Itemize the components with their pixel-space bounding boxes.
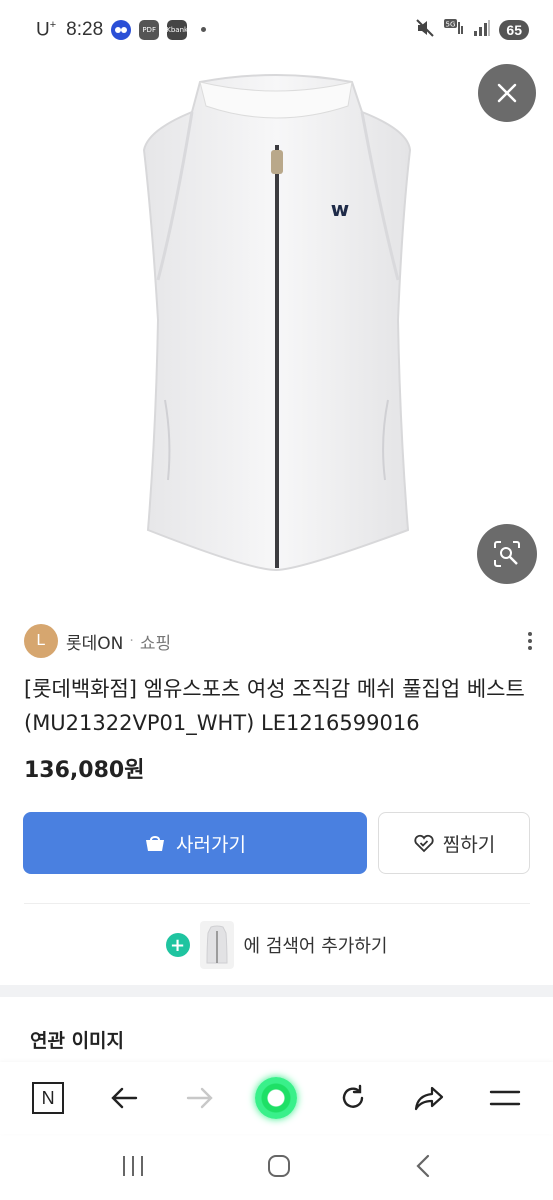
refresh-icon [342, 1084, 363, 1108]
section-divider [0, 985, 553, 997]
naver-home-button[interactable]: N [23, 1073, 73, 1123]
vest-illustration: w [142, 74, 412, 572]
arrow-left-icon [111, 1087, 138, 1109]
image-search-button[interactable] [477, 524, 537, 584]
seller-name[interactable]: 롯데ON [66, 629, 123, 654]
recent-apps-button[interactable] [120, 1154, 146, 1182]
heart-check-icon [414, 834, 434, 853]
product-title[interactable]: [롯데백화점] 엠유스포츠 여성 조직감 메쉬 풀집업 베스트 (MU21322… [24, 672, 534, 740]
wishlist-button-label: 찜하기 [442, 833, 496, 856]
home-icon [268, 1155, 291, 1177]
seller-avatar[interactable]: L [24, 624, 58, 658]
add-search-keyword-row[interactable]: + 에 검색어 추가하기 [0, 918, 553, 972]
more-notifications-dot [201, 27, 207, 33]
hamburger-menu-icon [489, 1090, 521, 1106]
forward-button[interactable] [175, 1073, 225, 1123]
home-button[interactable] [266, 1153, 292, 1183]
buy-button[interactable]: 사러가기 [23, 812, 367, 874]
separator-dot: · [129, 633, 134, 649]
related-images-title: 연관 이미지 [30, 1030, 125, 1052]
app-notification-icon [111, 19, 132, 40]
share-button[interactable] [404, 1073, 454, 1123]
close-icon [497, 83, 517, 103]
arrow-right-icon [187, 1087, 214, 1109]
chevron-left-icon [416, 1154, 429, 1178]
system-navigation-bar [0, 1136, 553, 1200]
svg-text:w: w [331, 197, 349, 221]
5g-signal-icon: 5G [443, 18, 465, 43]
refresh-button[interactable] [328, 1073, 378, 1123]
status-bar: U+ 8:28 PDF Kbank 5G 65 [0, 0, 553, 60]
buy-button-label: 사러가기 [176, 833, 246, 856]
clock: 8:28 [66, 18, 104, 40]
close-button[interactable] [478, 64, 536, 122]
product-price: 136,080원 [24, 758, 145, 783]
naver-home-icon: N [32, 1082, 65, 1114]
divider [24, 903, 530, 904]
shopping-bag-icon [146, 836, 165, 851]
plus-icon: + [165, 933, 190, 957]
product-thumbnail [199, 921, 234, 969]
mute-icon [415, 18, 435, 43]
green-dot-button[interactable] [251, 1073, 301, 1123]
recent-apps-icon [123, 1156, 144, 1176]
system-back-button[interactable] [413, 1153, 433, 1183]
more-options-icon[interactable] [524, 632, 536, 650]
pdf-notification-icon: PDF [139, 19, 160, 40]
lens-search-icon [494, 541, 520, 567]
share-icon [414, 1086, 443, 1111]
add-search-text: 에 검색어 추가하기 [243, 936, 388, 957]
product-image[interactable]: w [0, 60, 553, 600]
menu-button[interactable] [480, 1073, 530, 1123]
svg-text:5G: 5G [446, 20, 456, 28]
seller-row: L 롯데ON · 쇼핑 [24, 622, 536, 660]
category-label: 쇼핑 [139, 633, 172, 654]
green-dot-icon [255, 1077, 298, 1119]
carrier-label: U+ [36, 18, 57, 41]
back-button[interactable] [99, 1073, 149, 1123]
battery-indicator: 65 [499, 20, 529, 40]
browser-toolbar: N [0, 1062, 553, 1134]
cell-signal-icon [473, 19, 491, 42]
wishlist-button[interactable]: 찜하기 [378, 812, 530, 874]
kbank-notification-icon: Kbank [166, 19, 188, 40]
